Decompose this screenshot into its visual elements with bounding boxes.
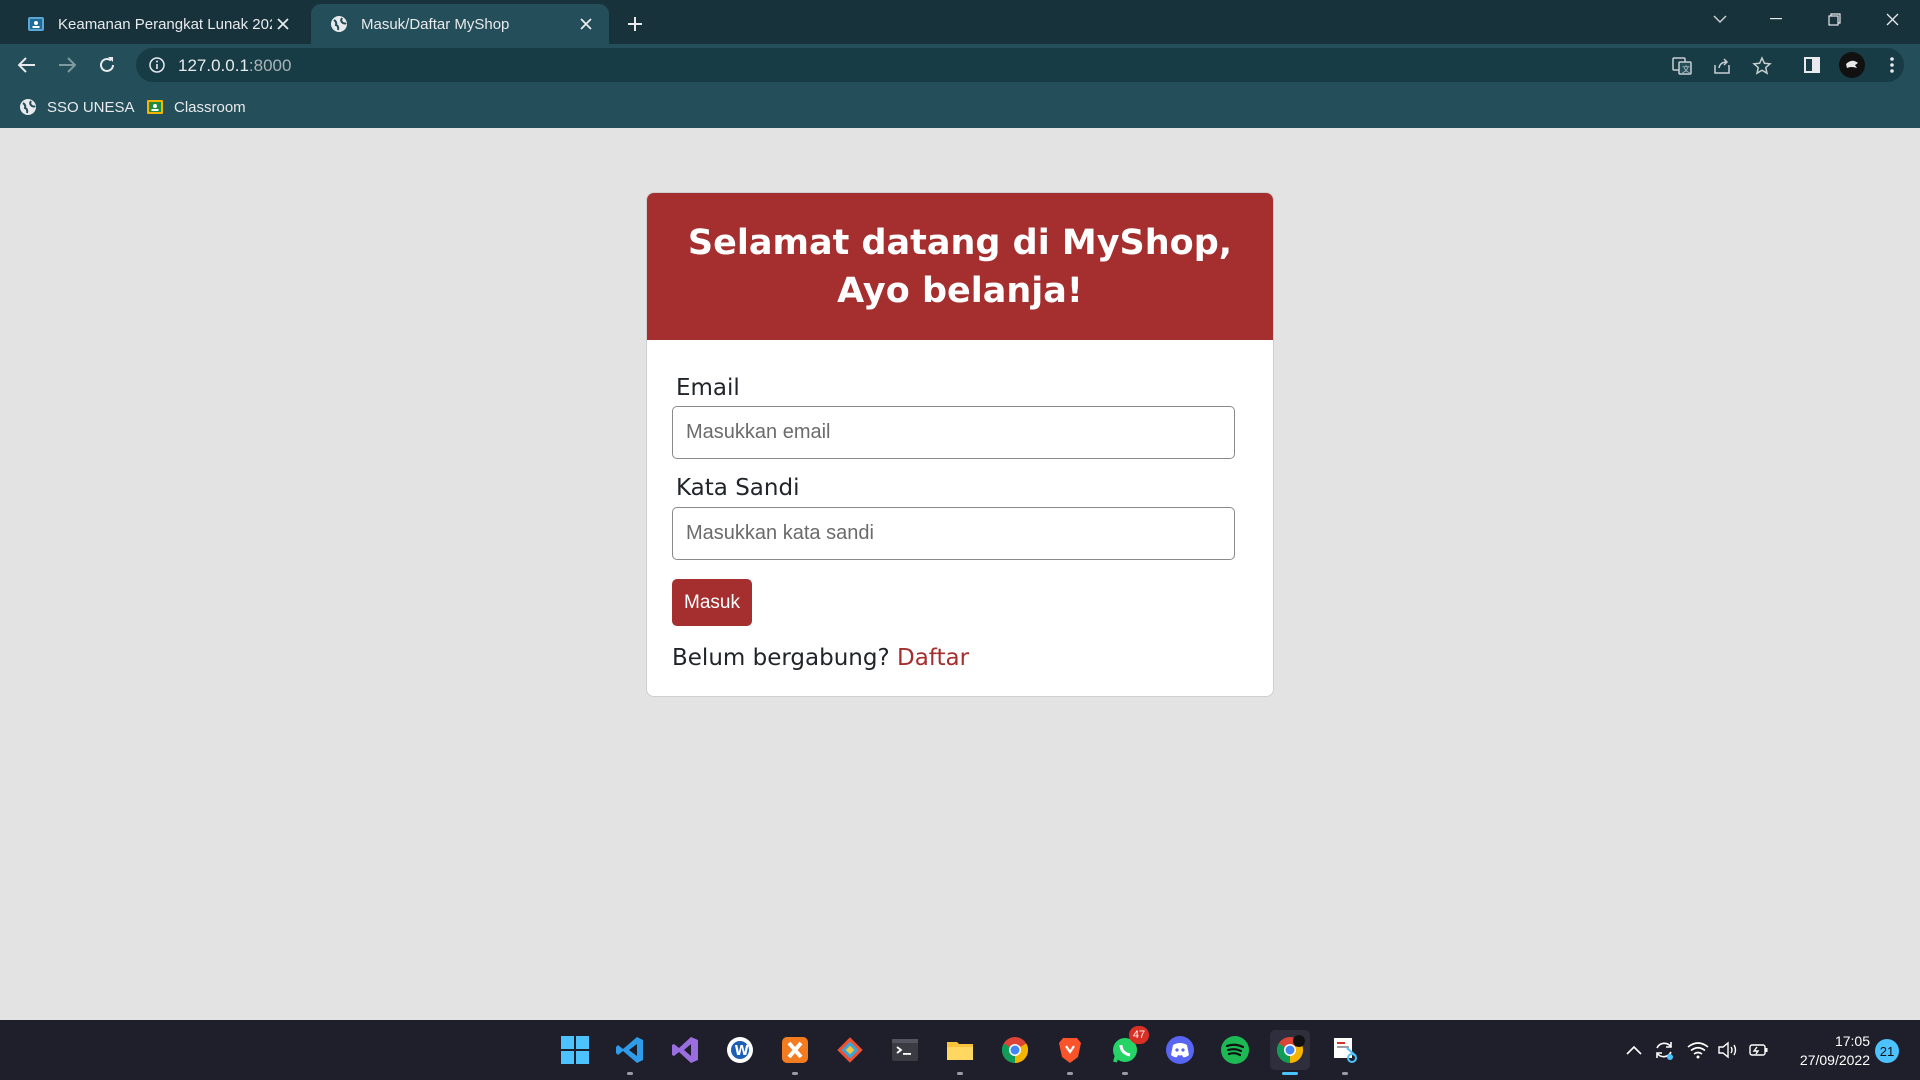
vscode-icon[interactable] [610, 1030, 650, 1075]
svg-text:文: 文 [1682, 64, 1690, 74]
tab-search-chevron-icon[interactable] [1694, 0, 1746, 38]
app-w-icon[interactable]: W [720, 1030, 760, 1070]
chrome-menu-icon[interactable] [1878, 51, 1906, 79]
page-title: Selamat datang di MyShop, Ayo belanja! [687, 222, 1233, 311]
site-info-icon[interactable] [148, 56, 166, 74]
battery-icon[interactable] [1746, 1038, 1770, 1062]
login-card: Selamat datang di MyShop, Ayo belanja! E… [646, 192, 1274, 697]
volume-icon[interactable] [1716, 1038, 1740, 1062]
running-indicator [792, 1072, 798, 1075]
signup-row: Belum bergabung? Daftar [672, 645, 969, 671]
new-tab-button[interactable] [620, 9, 650, 39]
globe-icon [19, 98, 37, 116]
email-input[interactable] [672, 406, 1235, 459]
notification-badge[interactable]: 21 [1875, 1039, 1899, 1063]
side-panel-icon[interactable] [1798, 51, 1826, 79]
tab-strip: Keamanan Perangkat Lunak 2020 Masuk/Daft… [0, 0, 1920, 44]
classroom-icon [26, 14, 46, 34]
snipping-tool-icon[interactable] [1325, 1030, 1365, 1075]
restore-icon[interactable] [1808, 0, 1860, 38]
git-icon[interactable] [830, 1030, 870, 1070]
email-label: Email [676, 375, 740, 401]
windows-taskbar: W 47 17:05 27/09/2022 21 [0, 1020, 1920, 1080]
password-input[interactable] [672, 507, 1235, 560]
bookmark-sso-unesa[interactable]: SSO UNESA [19, 96, 135, 118]
login-button[interactable]: Masuk [672, 579, 752, 626]
bookmark-label: Classroom [174, 98, 246, 116]
back-arrow-icon[interactable] [13, 51, 41, 79]
bookmark-star-icon[interactable] [1752, 56, 1772, 76]
chrome-icon[interactable] [995, 1030, 1035, 1070]
bookmark-classroom[interactable]: Classroom [146, 96, 246, 118]
sync-icon[interactable] [1652, 1038, 1676, 1062]
clock-time: 17:05 [1834, 1033, 1870, 1049]
signup-prompt: Belum bergabung? [672, 645, 890, 671]
windows-start-icon[interactable] [555, 1030, 595, 1070]
card-header: Selamat datang di MyShop, Ayo belanja! [647, 193, 1273, 340]
svg-text:W: W [735, 1044, 749, 1059]
classroom-icon [146, 98, 164, 116]
bookmark-label: SSO UNESA [47, 98, 135, 116]
wifi-icon[interactable] [1686, 1038, 1710, 1062]
terminal-icon[interactable] [885, 1030, 925, 1070]
tab-myshop[interactable]: Masuk/Daftar MyShop [311, 4, 609, 44]
whatsapp-icon[interactable]: 47 [1105, 1026, 1149, 1075]
close-window-icon[interactable] [1866, 0, 1918, 38]
bookmarks-bar: SSO UNESA Classroom [0, 86, 1920, 128]
signup-link[interactable]: Daftar [897, 645, 969, 671]
file-explorer-icon[interactable] [940, 1030, 980, 1075]
tab-close-icon[interactable] [272, 13, 294, 35]
tab-close-icon[interactable] [575, 13, 597, 35]
translate-icon[interactable]: 文 [1672, 56, 1692, 76]
share-icon[interactable] [1712, 56, 1732, 76]
profile-avatar-icon[interactable] [1838, 51, 1866, 79]
running-indicator [1067, 1072, 1073, 1075]
spotify-icon[interactable] [1215, 1030, 1255, 1070]
reload-icon[interactable] [93, 51, 121, 79]
chrome-profile-icon[interactable] [1270, 1030, 1310, 1075]
clock-date: 27/09/2022 [1799, 1052, 1870, 1068]
url-text: 127.0.0.1:8000 [178, 56, 292, 75]
system-clock[interactable]: 17:05 27/09/2022 [1778, 1032, 1870, 1070]
whatsapp-badge: 47 [1129, 1026, 1149, 1044]
tab-title: Keamanan Perangkat Lunak 2020 [58, 15, 272, 33]
globe-icon [329, 14, 349, 34]
running-indicator [627, 1072, 633, 1075]
brave-icon[interactable] [1050, 1030, 1090, 1075]
visual-studio-icon[interactable] [665, 1030, 705, 1070]
tab-keamanan[interactable]: Keamanan Perangkat Lunak 2020 [8, 4, 306, 44]
running-indicator [957, 1072, 963, 1075]
password-label: Kata Sandi [676, 475, 800, 501]
browser-toolbar: 127.0.0.1:8000 文 [0, 44, 1920, 86]
chevron-up-icon[interactable] [1622, 1038, 1646, 1062]
discord-icon[interactable] [1160, 1030, 1200, 1070]
tab-title: Masuk/Daftar MyShop [361, 15, 510, 33]
address-bar[interactable]: 127.0.0.1:8000 文 [136, 48, 1904, 82]
running-indicator [1342, 1072, 1348, 1075]
xampp-icon[interactable] [775, 1030, 815, 1075]
forward-arrow-icon[interactable] [53, 51, 81, 79]
running-indicator [1282, 1072, 1298, 1075]
minimize-icon[interactable] [1750, 0, 1802, 38]
running-indicator [1122, 1072, 1128, 1075]
